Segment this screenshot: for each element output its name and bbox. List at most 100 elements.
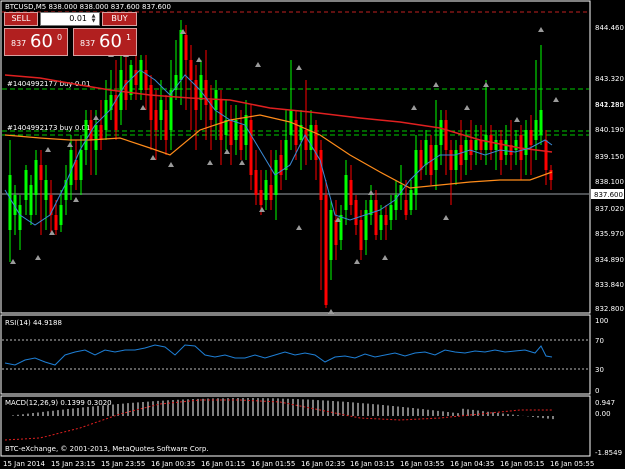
fractal-arrow-icon [296, 65, 302, 70]
chart-canvas[interactable]: BTCUSD,M5 838.000 838.000 837.600 837.60… [0, 0, 625, 469]
candle-body [534, 120, 538, 140]
rsi-axis-100: 100 [595, 317, 608, 325]
price-tick: 840.190 [595, 126, 624, 134]
fractal-arrow-icon [140, 105, 146, 110]
fractals-group [10, 27, 559, 314]
fractal-arrow-icon [45, 147, 51, 152]
sell-price-big: 60 [30, 31, 53, 52]
buy-price-big: 60 [99, 31, 122, 52]
fractal-arrow-icon [464, 105, 470, 110]
fractal-arrow-icon [239, 160, 245, 165]
candle-body [54, 215, 58, 230]
candle-body [449, 150, 453, 170]
buy-price-small: 837 [80, 39, 96, 48]
candle-body [469, 140, 473, 155]
fractal-arrow-icon [73, 197, 79, 202]
fractal-arrow-icon [35, 255, 41, 260]
fractal-arrow-icon [255, 62, 261, 67]
copyright: BTC-eXchange, © 2001-2013, MetaQuotes So… [5, 445, 209, 453]
candle-body [179, 30, 183, 80]
candle-body [139, 60, 143, 90]
candle-body [29, 185, 33, 215]
macd-axis-bottom: -1.8549 [595, 449, 622, 457]
time-tick: 16 Jan 03:55 [400, 460, 444, 468]
candle-body [39, 165, 43, 180]
candle-body [379, 215, 383, 230]
candle-body [199, 75, 203, 100]
fractal-arrow-icon [168, 162, 174, 167]
time-axis: 15 Jan 2014 15 Jan 23:15 15 Jan 23:55 16… [3, 460, 594, 468]
candle-body [24, 170, 28, 200]
time-tick: 15 Jan 2014 [3, 460, 46, 468]
time-tick: 15 Jan 23:15 [51, 460, 95, 468]
lot-spinner-icon[interactable]: ▲ ▼ [89, 14, 98, 24]
candle-body [254, 170, 258, 195]
candle-body [44, 180, 48, 200]
candle-body [234, 120, 238, 140]
candle-body [154, 110, 158, 130]
candle-body [384, 215, 388, 225]
fractal-arrow-icon [553, 97, 559, 102]
fractal-arrow-icon [150, 155, 156, 160]
candle-body [459, 145, 463, 165]
candle-body [99, 125, 103, 140]
candle-body [464, 140, 468, 160]
candle-body [529, 130, 533, 145]
candle-body [244, 115, 248, 145]
candle-body [474, 140, 478, 150]
price-tick: 841.285 [595, 101, 624, 109]
current-price-label: 837.600 [594, 191, 623, 199]
candle-body [374, 200, 378, 235]
candle-body [264, 180, 268, 200]
candle-body [94, 125, 98, 150]
fractal-arrow-icon [196, 57, 202, 62]
candle-body [274, 160, 278, 195]
price-tick: 843.320 [595, 75, 624, 83]
buy-price-button[interactable]: 837 60 1 [73, 28, 137, 56]
candle-body [549, 170, 553, 180]
one-click-trading-panel: SELL 0.01 ▲ ▼ BUY 837 60 0 837 60 1 [4, 12, 137, 56]
candle-body [239, 125, 243, 150]
candle-body [59, 205, 63, 225]
sell-price-button[interactable]: 837 60 0 [4, 28, 68, 56]
candle-body [404, 200, 408, 215]
lot-size-value: 0.01 [69, 14, 87, 23]
candle-body [439, 120, 443, 145]
candle-body [339, 215, 343, 240]
price-tick: 839.150 [595, 153, 624, 161]
fractal-arrow-icon [259, 207, 265, 212]
candle-body [479, 140, 483, 150]
candle-body [409, 190, 413, 210]
fractal-arrow-icon [224, 149, 230, 154]
candle-body [494, 140, 498, 150]
buy-button[interactable]: BUY [102, 12, 137, 26]
rsi-axis-0: 0 [595, 387, 599, 395]
candle-body [514, 140, 518, 150]
candle-body [229, 120, 233, 145]
macd-axis-zero: 0.00 [595, 410, 611, 418]
fractal-arrow-icon [296, 225, 302, 230]
lot-size-input[interactable]: 0.01 ▲ ▼ [40, 12, 100, 26]
fractal-arrow-icon [514, 117, 520, 122]
candle-body [189, 60, 193, 80]
time-tick: 16 Jan 05:55 [550, 460, 594, 468]
fractal-arrow-icon [538, 27, 544, 32]
order-label-2: #1404992173 buy 0.01 [7, 124, 90, 132]
time-tick: 15 Jan 23:55 [101, 460, 145, 468]
candle-body [304, 130, 308, 150]
candle-body [544, 140, 548, 170]
rsi-axis-30: 30 [595, 366, 604, 374]
fractal-arrow-icon [67, 142, 73, 147]
candle-body [329, 210, 333, 260]
candle-body [424, 140, 428, 165]
fractal-arrow-icon [207, 160, 213, 165]
macd-axis-top: 0.947 [595, 399, 615, 407]
price-tick: 832.800 [595, 305, 624, 313]
fractal-arrow-icon [93, 115, 99, 120]
candles-group [8, 20, 553, 308]
candle-body [324, 195, 328, 305]
candle-body [319, 150, 323, 200]
candle-body [184, 35, 188, 60]
sell-button[interactable]: SELL [4, 12, 38, 26]
candle-body [164, 110, 168, 140]
